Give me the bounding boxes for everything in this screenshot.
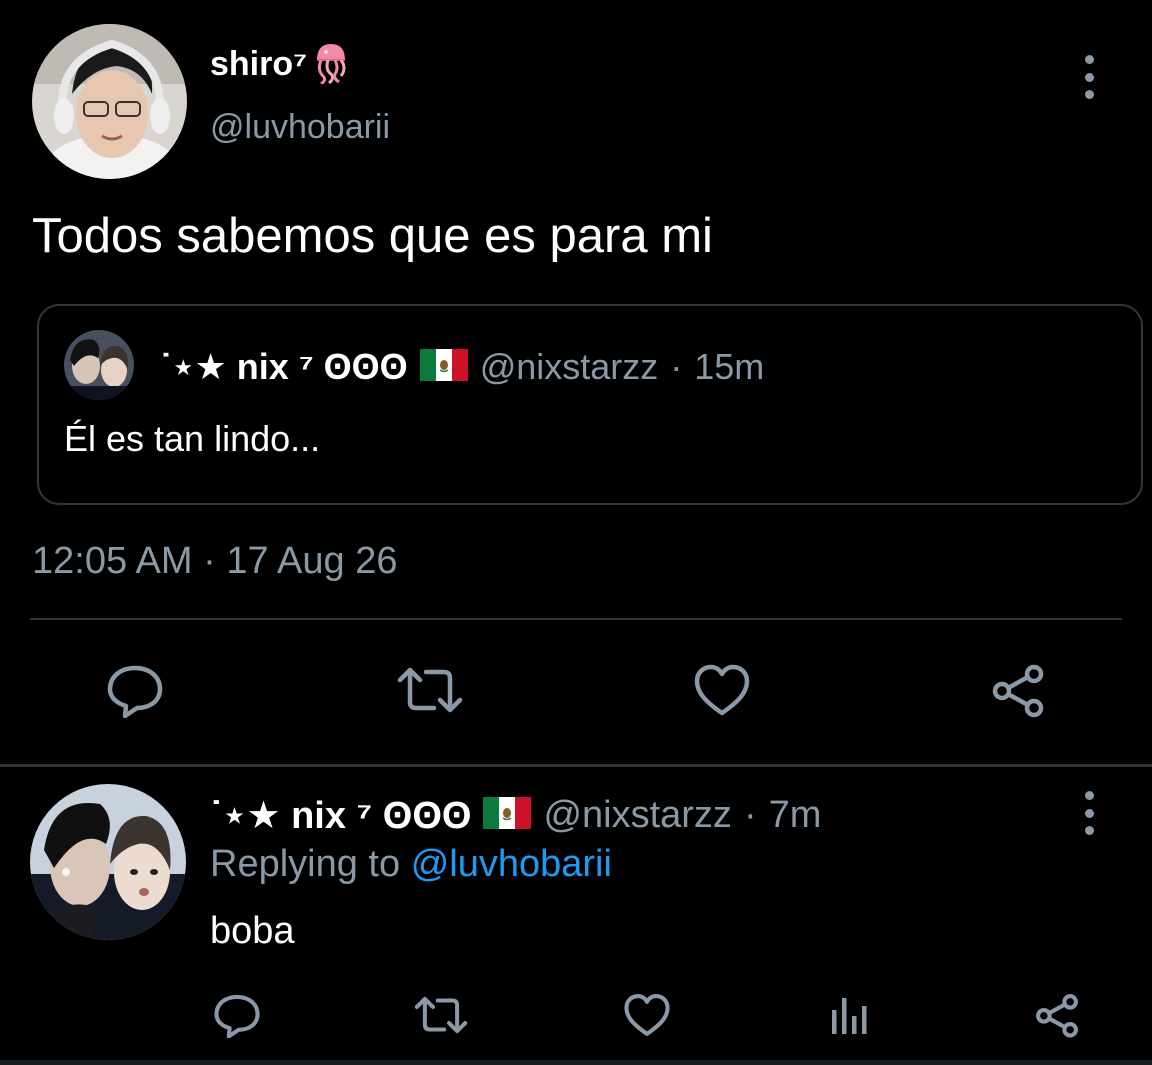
share-icon[interactable] <box>986 660 1050 720</box>
separator-dot: · <box>670 346 683 387</box>
more-options-icon[interactable] <box>1079 55 1099 99</box>
replying-to-line: Replying to @luvhobarii <box>210 843 612 886</box>
reply-author-name[interactable]: ˙⋆★ nix ⁷ ʘʘʘ <box>210 793 471 838</box>
tweet-text: Todos sabemos que es para mi <box>32 209 713 263</box>
mexico-flag-icon <box>419 348 468 386</box>
more-options-icon[interactable] <box>1079 791 1099 835</box>
author-handle[interactable]: @luvhobarii <box>210 108 390 147</box>
analytics-icon[interactable] <box>826 990 872 1040</box>
quoted-tweet-header: ˙⋆★ nix ⁷ ʘʘʘ @nixstarzz · 15m <box>160 346 764 388</box>
like-icon[interactable] <box>620 990 674 1040</box>
quoted-tweet-time: 15m <box>694 346 765 387</box>
mexico-flag-icon <box>483 797 532 834</box>
quoted-author-name[interactable]: ˙⋆★ nix ⁷ ʘʘʘ <box>160 346 408 388</box>
quoted-author-avatar[interactable] <box>64 330 134 400</box>
reply-author-handle[interactable]: @nixstarzz <box>543 794 732 837</box>
separator-dot: · <box>743 794 757 836</box>
retweet-icon[interactable] <box>392 660 468 720</box>
quoted-tweet-text: Él es tan lindo... <box>64 418 321 459</box>
replying-prefix: Replying to <box>210 843 401 885</box>
section-divider <box>0 764 1152 767</box>
like-icon[interactable] <box>690 660 754 720</box>
share-icon[interactable] <box>1030 990 1084 1040</box>
replying-to-mention[interactable]: @luvhobarii <box>411 843 612 885</box>
quoted-author-handle[interactable]: @nixstarzz <box>480 346 659 388</box>
reply-icon[interactable] <box>100 660 170 720</box>
reply-time: 7m <box>768 794 822 836</box>
reply-author-avatar[interactable] <box>30 784 186 940</box>
jellyfish-icon <box>311 40 351 89</box>
author-display-name: shiro⁷ <box>210 45 308 83</box>
divider <box>30 618 1122 620</box>
bottom-divider <box>0 1060 1152 1065</box>
quoted-tweet-card[interactable] <box>37 304 1143 505</box>
author-name-row[interactable]: shiro⁷ <box>210 40 351 89</box>
author-avatar[interactable] <box>32 24 187 179</box>
reply-icon[interactable] <box>210 990 264 1040</box>
retweet-icon[interactable] <box>410 990 472 1040</box>
tweet-timestamp: 12:05 AM · 17 Aug 26 <box>32 540 398 582</box>
reply-text: boba <box>210 910 295 952</box>
reply-header: ˙⋆★ nix ⁷ ʘʘʘ @nixstarzz · 7m <box>210 793 821 838</box>
